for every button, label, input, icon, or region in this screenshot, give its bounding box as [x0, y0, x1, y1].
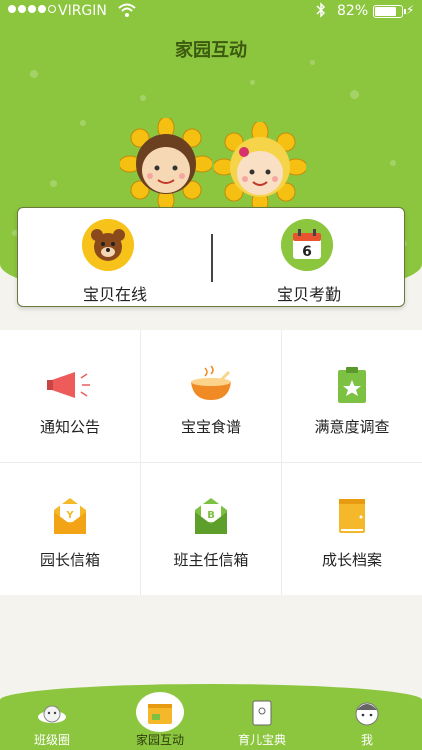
signal-strength-icon	[8, 5, 56, 13]
charging-icon: ⚡	[406, 3, 415, 17]
home-book-icon	[148, 704, 172, 724]
baby-shortcut-card: 宝贝在线 宝贝考勤	[17, 207, 405, 307]
bluetooth-icon	[316, 2, 326, 18]
baby-online-label: 宝贝在线	[82, 285, 147, 304]
survey-button[interactable]: 满意度调查	[282, 330, 422, 462]
planet-icon	[38, 705, 66, 723]
food-bowl-icon	[191, 365, 231, 400]
feature-grid: 通知公告 宝宝食谱 满意度调查 Y 园长信箱 B 班主任信箱 成长档案	[0, 330, 422, 595]
bear-icon	[82, 219, 134, 271]
avatar-icon	[355, 702, 379, 726]
boy-sunflower-illustration	[120, 118, 212, 210]
envelope-y-icon: Y	[54, 498, 86, 534]
battery-icon	[373, 5, 406, 18]
survey-label: 满意度调查	[314, 418, 390, 436]
tab-class-circle-label: 班级圈	[33, 733, 70, 747]
teacher-mailbox-label: 班主任信箱	[173, 551, 249, 569]
recipe-button[interactable]: 宝宝食谱	[141, 330, 281, 462]
growth-archive-button[interactable]: 成长档案	[282, 463, 422, 595]
megaphone-icon	[47, 372, 90, 398]
book-icon	[252, 700, 272, 726]
wifi-icon	[118, 3, 136, 17]
status-bar: VIRGIN 82% ⚡	[0, 0, 422, 24]
tab-home-interaction-label: 家园互动	[135, 733, 184, 747]
calendar-day-number: 6	[302, 244, 312, 260]
tab-me[interactable]: 我	[335, 684, 399, 750]
tab-parenting-guide[interactable]: 育儿宝典	[230, 684, 294, 750]
battery-percent: 82%	[337, 3, 369, 19]
baby-attendance-label: 宝贝考勤	[276, 285, 341, 304]
growth-archive-label: 成长档案	[321, 551, 382, 569]
page-title: 家园互动	[175, 40, 247, 61]
girl-sunflower-illustration	[214, 122, 306, 212]
principal-mailbox-label: 园长信箱	[39, 551, 100, 569]
envelope-b-icon: B	[195, 498, 227, 534]
principal-mailbox-button[interactable]: Y 园长信箱	[0, 463, 140, 595]
calendar-icon: 6	[281, 219, 333, 271]
teacher-mailbox-button[interactable]: B 班主任信箱	[141, 463, 281, 595]
recipe-label: 宝宝食谱	[180, 418, 241, 436]
envelope-y-badge: Y	[65, 510, 74, 521]
tab-home-interaction[interactable]: 家园互动	[128, 684, 192, 750]
notice-button[interactable]: 通知公告	[0, 330, 140, 462]
envelope-b-badge: B	[207, 510, 215, 521]
carrier-name: VIRGIN	[58, 3, 107, 19]
tab-me-label: 我	[360, 733, 373, 747]
archive-book-icon	[339, 499, 365, 533]
clipboard-star-icon	[338, 367, 366, 403]
tab-parenting-guide-label: 育儿宝典	[237, 733, 286, 747]
notice-label: 通知公告	[39, 418, 100, 436]
tab-class-circle[interactable]: 班级圈	[20, 684, 84, 750]
